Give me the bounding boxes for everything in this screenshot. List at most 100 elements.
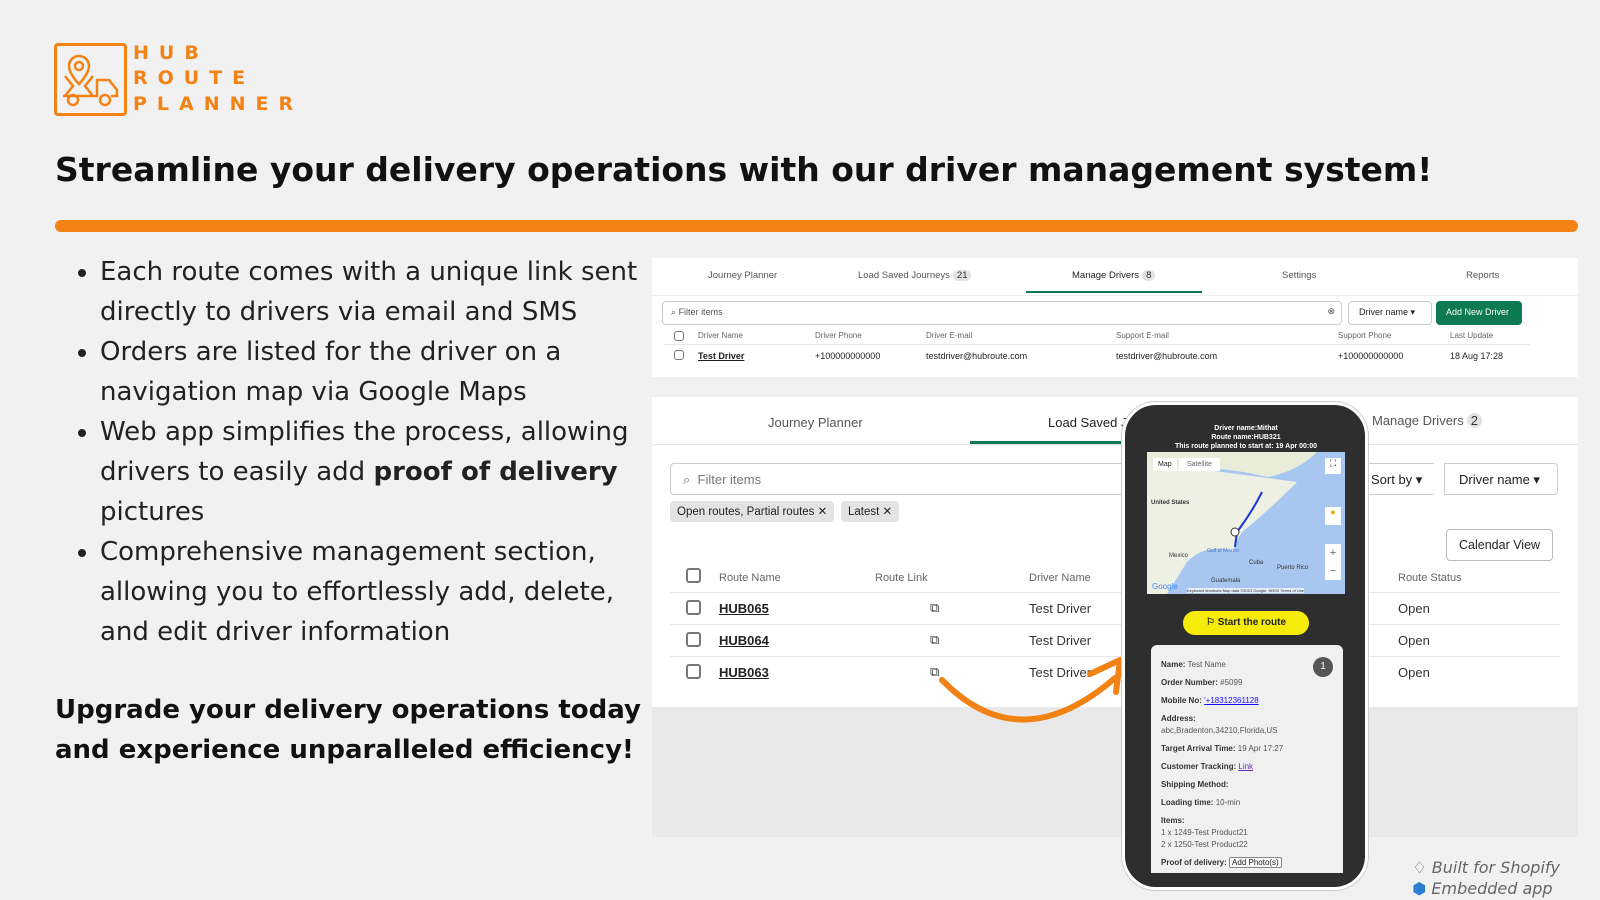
phone-mockup: Driver name:Mithat Route name:HUB321 Thi… <box>1122 402 1368 890</box>
built-for-shopify: Built for Shopify <box>1431 858 1560 877</box>
brand-line-3: PLANNER <box>133 93 304 115</box>
search-icon: ⌕ <box>671 307 677 317</box>
external-link-icon[interactable]: ⧉ <box>930 632 939 648</box>
embedded-app: Embedded app <box>1431 879 1553 898</box>
route-name-link[interactable]: HUB064 <box>719 633 769 648</box>
order-field: Proof of delivery: Add Photo(s) <box>1161 857 1333 869</box>
select-all-checkbox[interactable] <box>686 568 701 583</box>
phone-screen: Driver name:Mithat Route name:HUB321 Thi… <box>1145 421 1347 873</box>
shopify-badges: ♢ Built for Shopify ⬢ Embedded app <box>1412 857 1560 899</box>
driver-name-link[interactable]: Test Driver <box>698 351 744 361</box>
cell: 18 Aug 17:28 <box>1450 351 1504 361</box>
order-field: Items: 1 x 1249-Test Product21 2 x 1250-Te… <box>1161 816 1248 849</box>
flag-icon: ⚐ <box>1205 617 1215 628</box>
sort-by-select[interactable]: Sort by ▾ <box>1364 463 1434 495</box>
driver-name-select[interactable]: Driver name ▾ <box>1444 463 1558 495</box>
status-cell: Open <box>1398 665 1430 680</box>
order-field: Name: Test Name <box>1161 660 1226 669</box>
route-start: This route planned to start at: 19 Apr 0… <box>1174 443 1318 450</box>
filter-input[interactable]: ⌕ Filter items <box>670 463 1130 495</box>
cell: testdriver@hubroute.com <box>1116 351 1218 361</box>
feature-item: Orders are listed for the driver on a na… <box>100 332 642 412</box>
col-header: Last Update <box>1450 331 1494 340</box>
cell: +100000000000 <box>815 351 881 361</box>
brand-line-2: ROUTE <box>133 67 256 89</box>
route-name-link[interactable]: HUB065 <box>719 601 769 616</box>
col-header: Support Phone <box>1338 331 1392 340</box>
row-checkbox[interactable] <box>686 632 701 647</box>
headline: Streamline your delivery operations with… <box>55 150 1433 189</box>
tab-journey-planner[interactable]: Journey Planner <box>768 415 863 430</box>
col-header: Route Status <box>1398 572 1462 584</box>
feature-text: pictures <box>100 497 205 527</box>
row-checkbox[interactable] <box>686 600 701 615</box>
close-icon[interactable]: ✕ <box>883 506 893 518</box>
map-label: Gulf of Mexico <box>1207 548 1239 554</box>
status-cell: Open <box>1398 601 1430 616</box>
close-icon[interactable]: ✕ <box>818 506 828 518</box>
stop-marker <box>1230 527 1240 537</box>
map-tab-map[interactable]: Map <box>1153 458 1177 471</box>
tab-manage-drivers[interactable]: Manage Drivers 2 <box>1372 413 1482 428</box>
map-label: United States <box>1151 500 1190 506</box>
order-field: Order Number: #5099 <box>1161 678 1243 687</box>
filter-input[interactable]: ⌕ Filter items ⊗ <box>662 301 1342 325</box>
feature-item: Web app simplifies the process, allowing… <box>100 412 642 532</box>
map-tab-satellite[interactable]: Satellite <box>1179 458 1220 471</box>
map-footer: Keyboard shortcuts Map data ©2023 Google… <box>1187 588 1304 593</box>
tab-load-saved-journeys[interactable]: Load Saved Journeys 21 <box>858 270 972 281</box>
status-cell: Open <box>1398 633 1430 648</box>
driver-name: Driver name:Mithat <box>1214 425 1278 432</box>
tab-settings[interactable]: Settings <box>1282 270 1316 281</box>
cube-icon: ⬢ <box>1412 879 1427 898</box>
map-label: Puerto Rico <box>1277 565 1309 571</box>
stop-number-badge: 1 <box>1313 657 1333 677</box>
filter-chip[interactable]: Latest ✕ <box>841 501 900 522</box>
add-photo-button[interactable]: Add Photo(s) <box>1229 857 1282 868</box>
tab-manage-drivers[interactable]: Manage Drivers 8 <box>1072 270 1156 281</box>
divider-bar <box>55 220 1578 232</box>
active-tab-indicator <box>1026 291 1202 293</box>
cell: Test Driver <box>1029 633 1092 648</box>
row-checkbox[interactable] <box>686 664 701 679</box>
route-name-link[interactable]: HUB063 <box>719 665 769 680</box>
start-route-button[interactable]: ⚐ Start the route <box>1183 611 1309 635</box>
col-header: Driver Phone <box>815 331 862 340</box>
tracking-link[interactable]: Link <box>1238 762 1253 771</box>
feature-list: Each route comes with a unique link sent… <box>72 252 642 652</box>
select-all-checkbox[interactable] <box>674 331 684 341</box>
feature-item: Comprehensive management section, allowi… <box>100 532 642 652</box>
map-label: Guatemala <box>1211 578 1241 584</box>
row-checkbox[interactable] <box>674 350 684 360</box>
count-badge: 21 <box>952 270 972 281</box>
col-header: Driver Name <box>1029 572 1091 584</box>
add-new-driver-button[interactable]: Add New Driver <box>1436 301 1522 325</box>
sort-select[interactable]: Driver name ▾ <box>1348 301 1432 325</box>
pegman-icon[interactable]: ● <box>1325 507 1341 525</box>
zoom-controls[interactable]: + − <box>1325 544 1341 580</box>
order-field: Loading time: 10-min <box>1161 798 1241 807</box>
tab-journey-planner[interactable]: Journey Planner <box>708 270 777 281</box>
tab-reports[interactable]: Reports <box>1466 270 1499 281</box>
order-field: Address: abc,Bradenton,34210,Florida,US <box>1161 714 1278 735</box>
count-badge: 2 <box>1466 413 1482 428</box>
logo-icon <box>54 43 127 116</box>
diamond-icon: ♢ <box>1412 858 1427 877</box>
feature-bold: proof of delivery <box>373 457 618 487</box>
col-header: Driver E-mail <box>926 331 973 340</box>
col-header: Support E-mail <box>1116 331 1169 340</box>
col-header: Route Name <box>719 572 781 584</box>
order-card: 1 Name: Test Name Order Number: #5099 Mo… <box>1151 645 1343 873</box>
clear-icon[interactable]: ⊗ <box>1327 306 1335 317</box>
phone-link[interactable]: '+18312361128 <box>1204 696 1259 705</box>
filter-chip[interactable]: Open routes, Partial routes ✕ <box>670 501 835 522</box>
external-link-icon[interactable]: ⧉ <box>930 600 939 616</box>
search-icon: ⌕ <box>683 472 691 487</box>
tab-load-saved-journeys[interactable]: Load Saved J <box>1048 415 1128 430</box>
calendar-view-button[interactable]: Calendar View <box>1446 529 1554 561</box>
route-map[interactable]: United States Mexico Gulf of Mexico Cuba Pue… <box>1147 452 1345 594</box>
fullscreen-icon[interactable]: ⛶ <box>1325 458 1341 474</box>
count-badge: 8 <box>1142 270 1156 281</box>
cell: Test Driver <box>1029 601 1092 616</box>
order-field: Shipping Method: <box>1161 780 1229 789</box>
